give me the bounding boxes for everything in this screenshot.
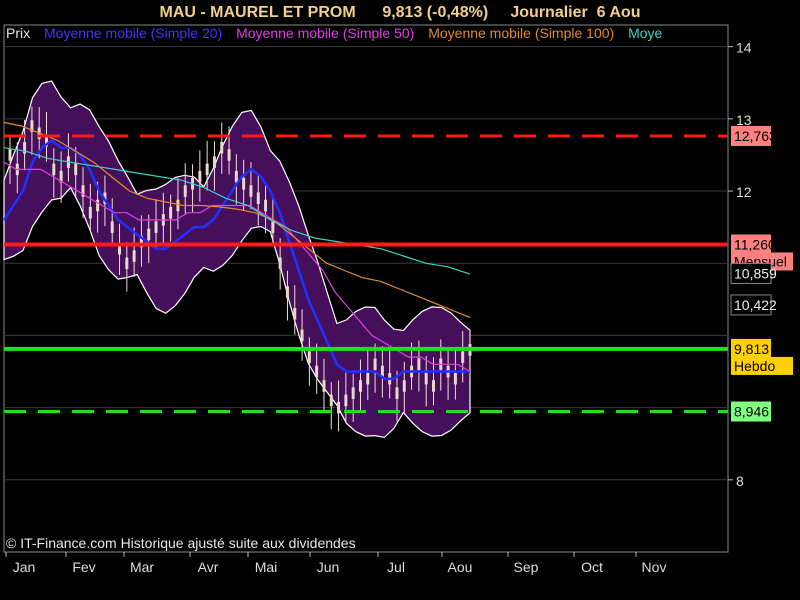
price-body <box>307 351 311 363</box>
price-body <box>110 221 114 233</box>
price-body <box>278 257 282 270</box>
price-body <box>220 141 224 154</box>
legend-sma-50: Moyenne mobile (Simple 50) <box>236 25 415 41</box>
x-tick-label: Mar <box>130 559 154 575</box>
price-body <box>402 380 406 392</box>
credit-text: © IT-Finance.com Historique ajusté suite… <box>6 535 356 551</box>
level-tag-label: 11,260 <box>734 236 776 252</box>
value-tag-label: 10,422 <box>734 297 777 313</box>
price-body <box>52 163 56 176</box>
price-body <box>169 206 173 219</box>
price-body <box>176 199 180 212</box>
price-body <box>337 401 341 414</box>
price-body <box>205 163 209 176</box>
x-tick-label: Sep <box>514 559 539 575</box>
price-body <box>351 387 355 399</box>
price-body <box>74 163 78 176</box>
level-tag-label: 12,763 <box>734 128 777 144</box>
y-tick-label: 13 <box>736 112 752 128</box>
x-tick-label: Jun <box>317 559 340 575</box>
level-tag-label: 8,946 <box>734 404 769 420</box>
x-tick-label: Avr <box>198 559 219 575</box>
price-body <box>198 170 202 183</box>
legend: Prix Moyenne mobile (Simple 20) Moyenne … <box>6 25 726 43</box>
plot-frame <box>3 24 729 553</box>
price-body <box>461 351 465 363</box>
price-body <box>212 156 216 168</box>
price-body <box>88 206 92 219</box>
price-body <box>344 394 348 407</box>
y-tick-label: 8 <box>736 473 744 489</box>
price-body <box>417 358 421 371</box>
price-body <box>358 380 362 392</box>
price-body <box>234 170 238 183</box>
price-body <box>395 387 399 399</box>
price-body <box>132 250 136 262</box>
x-tick-label: Fev <box>72 559 95 575</box>
price-body <box>293 307 297 320</box>
price-body <box>242 178 246 190</box>
price-body <box>329 394 333 407</box>
price-body <box>183 185 187 197</box>
price-body <box>373 358 377 371</box>
price-body <box>147 228 151 241</box>
price-body <box>249 185 253 197</box>
x-tick-label: Aou <box>448 559 473 575</box>
level-period-label: Hebdo <box>734 358 775 374</box>
value-tag-label: 10,859 <box>734 265 777 281</box>
price-body <box>322 380 326 392</box>
price-body <box>315 365 319 378</box>
x-tick-label: Mai <box>255 559 278 575</box>
price-body <box>125 257 129 270</box>
price-body <box>424 372 428 385</box>
price-chart: 8 12 13 14 Jan Fev Mar Avr Mai Jun Jul Aou Sep Oct Nov… <box>2 24 793 575</box>
price-body <box>256 192 260 205</box>
x-tick-label: Nov <box>642 559 667 575</box>
price-body <box>366 372 370 385</box>
price-body <box>431 380 435 392</box>
legend-sma-20: Moyenne mobile (Simple 20) <box>44 25 223 41</box>
price-body <box>8 149 12 161</box>
price-body <box>96 199 100 212</box>
price-body <box>285 286 289 298</box>
price-body <box>227 149 231 161</box>
y-tick-label: 14 <box>736 40 752 56</box>
legend-prix: Prix <box>6 25 31 41</box>
level-tag-label: 9,813 <box>734 341 769 357</box>
x-tick-label: Jan <box>13 559 36 575</box>
legend-sma-100: Moyenne mobile (Simple 100) <box>428 25 615 41</box>
x-tick-label: Jul <box>387 559 405 575</box>
price-body <box>271 221 275 233</box>
legend-sma-200: Moye <box>628 25 663 41</box>
price-body <box>264 199 268 212</box>
price-body <box>154 221 158 233</box>
price-body <box>300 329 304 342</box>
y-tick-label: 12 <box>736 184 752 200</box>
x-tick-label: Oct <box>581 559 603 575</box>
price-body <box>453 372 457 385</box>
